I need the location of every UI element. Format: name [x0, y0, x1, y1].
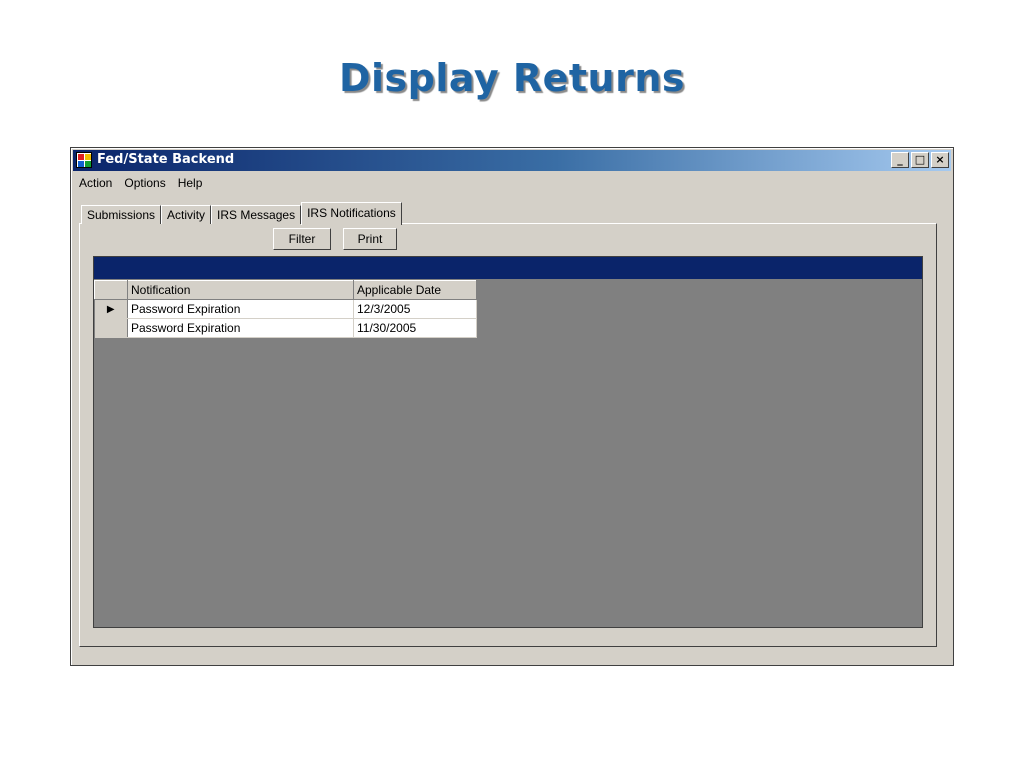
row-header-corner[interactable] [94, 280, 128, 300]
grid-caption-bar [94, 257, 922, 279]
tab-irs-notifications[interactable]: IRS Notifications [301, 202, 402, 225]
print-button[interactable]: Print [343, 228, 397, 250]
tab-irs-messages[interactable]: IRS Messages [211, 205, 302, 224]
app-icon[interactable] [76, 152, 92, 168]
menu-action[interactable]: Action [79, 176, 112, 190]
applicable-date-cell[interactable]: 12/3/2005 [353, 299, 477, 319]
tab-submissions[interactable]: Submissions [81, 205, 162, 224]
tab-activity[interactable]: Activity [161, 205, 212, 224]
applicable-date-cell[interactable]: 11/30/2005 [353, 318, 477, 338]
row-header-cell[interactable] [94, 318, 128, 338]
title-bar[interactable]: Fed/State Backend _ □ × [73, 150, 951, 171]
menu-options[interactable]: Options [124, 176, 165, 190]
window-controls: _ □ × [889, 152, 949, 168]
tab-strip: Submissions Activity IRS Messages IRS No… [81, 202, 402, 225]
current-row-indicator-icon[interactable]: ▶ [94, 299, 128, 319]
table-row[interactable]: Password Expiration 11/30/2005 [94, 318, 477, 338]
notification-cell[interactable]: Password Expiration [127, 318, 354, 338]
menu-help[interactable]: Help [178, 176, 203, 190]
column-header-applicable-date[interactable]: Applicable Date [353, 280, 477, 300]
maximize-button[interactable]: □ [911, 152, 929, 168]
filter-button[interactable]: Filter [273, 228, 331, 250]
slide-title: Display Returns [338, 56, 686, 100]
menu-bar: Action Options Help [79, 176, 214, 190]
minimize-button[interactable]: _ [891, 152, 909, 168]
close-button[interactable]: × [931, 152, 949, 168]
column-header-notification[interactable]: Notification [127, 280, 354, 300]
table-header-row: Notification Applicable Date [94, 280, 477, 300]
notification-cell[interactable]: Password Expiration [127, 299, 354, 319]
notifications-table: Notification Applicable Date ▶ Password … [94, 280, 477, 338]
window-title: Fed/State Backend [97, 152, 235, 167]
app-window: Fed/State Backend _ □ × Action Options H… [70, 147, 954, 666]
notifications-grid[interactable]: Notification Applicable Date ▶ Password … [93, 256, 923, 628]
table-row[interactable]: ▶ Password Expiration 12/3/2005 [94, 299, 477, 319]
